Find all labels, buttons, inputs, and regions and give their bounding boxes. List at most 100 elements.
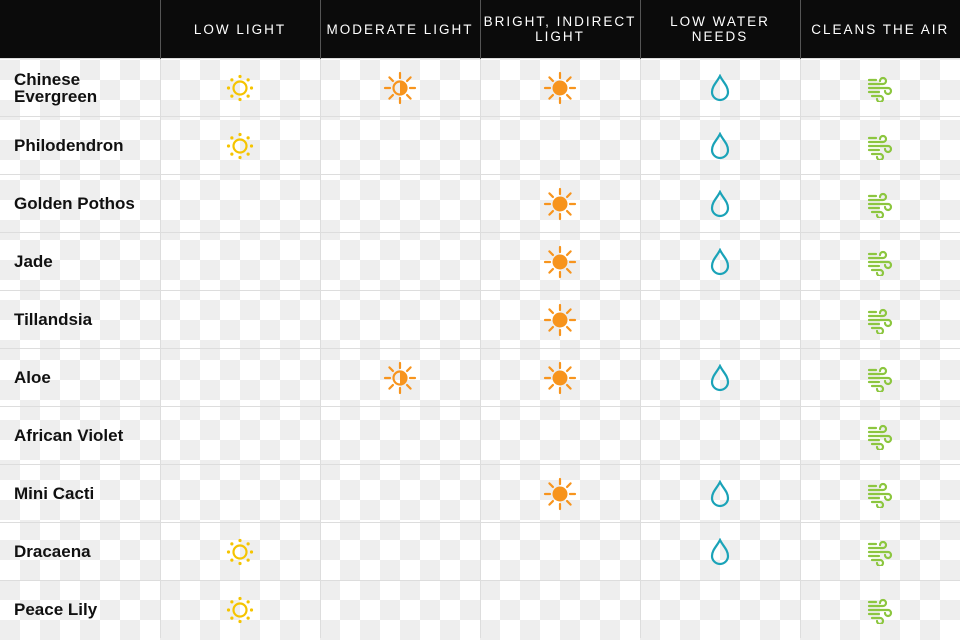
plant-name: Chinese Evergreen — [0, 58, 160, 117]
table-cell — [159, 116, 320, 175]
sun-half-icon — [321, 361, 480, 395]
table-cell — [799, 174, 960, 233]
sun-half-icon — [321, 71, 480, 105]
table-cell — [159, 58, 320, 117]
table-cell — [479, 174, 640, 233]
table-row: Tillandsia — [0, 290, 960, 349]
table-row: Dracaena — [0, 522, 960, 581]
table-cell — [479, 406, 640, 465]
table-cell — [639, 116, 800, 175]
table-cell — [319, 522, 480, 581]
table-cell — [799, 464, 960, 523]
table-row: Philodendron — [0, 116, 960, 175]
water-drop-icon — [641, 363, 800, 392]
table-row: African Violet — [0, 406, 960, 465]
table-cell — [799, 232, 960, 291]
table-cell — [639, 58, 800, 117]
wind-icon — [801, 422, 960, 450]
table-row: Jade — [0, 232, 960, 291]
table-cell — [319, 348, 480, 407]
table-cell — [479, 522, 640, 581]
water-drop-icon — [641, 73, 800, 102]
plant-name: Philodendron — [0, 116, 160, 175]
table-cell — [479, 348, 640, 407]
table-row: Golden Pothos — [0, 174, 960, 233]
column-header: Low Light — [159, 0, 320, 59]
table-cell — [159, 464, 320, 523]
table-cell — [319, 174, 480, 233]
table-cell — [479, 58, 640, 117]
sun-outline-icon — [161, 595, 320, 625]
table-cell — [639, 464, 800, 523]
wind-icon — [801, 364, 960, 392]
header-row: Low Light Moderate Light Bright, Indirect … — [0, 0, 960, 59]
table-cell — [319, 232, 480, 291]
wind-icon — [801, 132, 960, 160]
sun-filled-icon — [481, 245, 640, 279]
table-row: Mini Cacti — [0, 464, 960, 523]
table-cell — [639, 290, 800, 349]
sun-filled-icon — [481, 71, 640, 105]
plant-name: Aloe — [0, 348, 160, 407]
plant-name: Peace Lily — [0, 580, 160, 638]
table-cell — [159, 406, 320, 465]
table-row: Chinese Evergreen — [0, 58, 960, 117]
table-cell — [639, 174, 800, 233]
table-cell — [319, 290, 480, 349]
sun-filled-icon — [481, 361, 640, 395]
plant-name: Mini Cacti — [0, 464, 160, 523]
water-drop-icon — [641, 247, 800, 276]
table-cell — [799, 348, 960, 407]
table-cell — [479, 116, 640, 175]
wind-icon — [801, 190, 960, 218]
sun-outline-icon — [161, 537, 320, 567]
table-cell — [799, 580, 960, 638]
table-cell — [479, 580, 640, 638]
table-cell — [799, 58, 960, 117]
table-cell — [319, 406, 480, 465]
table-cell — [319, 464, 480, 523]
table-cell — [479, 290, 640, 349]
plant-name: Jade — [0, 232, 160, 291]
plant-name: Tillandsia — [0, 290, 160, 349]
water-drop-icon — [641, 537, 800, 566]
table-cell — [479, 464, 640, 523]
column-header: Cleans the Air — [799, 0, 960, 59]
column-header: Low Water Needs — [639, 0, 800, 59]
table-cell — [319, 58, 480, 117]
table-cell — [319, 580, 480, 638]
table-cell — [799, 290, 960, 349]
table-cell — [159, 522, 320, 581]
plant-name: Dracaena — [0, 522, 160, 581]
table-cell — [159, 348, 320, 407]
table-cell — [159, 232, 320, 291]
sun-outline-icon — [161, 131, 320, 161]
header-blank — [0, 0, 160, 59]
wind-icon — [801, 480, 960, 508]
sun-filled-icon — [481, 477, 640, 511]
table-cell — [639, 348, 800, 407]
wind-icon — [801, 248, 960, 276]
sun-filled-icon — [481, 303, 640, 337]
plant-name: Golden Pothos — [0, 174, 160, 233]
wind-icon — [801, 306, 960, 334]
table-row: Aloe — [0, 348, 960, 407]
column-header: Moderate Light — [319, 0, 480, 59]
plant-care-table: Low Light Moderate Light Bright, Indirect … — [0, 0, 960, 638]
table-cell — [639, 232, 800, 291]
table-cell — [799, 522, 960, 581]
column-header: Bright, Indirect Light — [479, 0, 640, 59]
wind-icon — [801, 596, 960, 624]
sun-filled-icon — [481, 187, 640, 221]
table-cell — [639, 522, 800, 581]
table-cell — [159, 174, 320, 233]
water-drop-icon — [641, 131, 800, 160]
table-cell — [639, 580, 800, 638]
table-cell — [159, 290, 320, 349]
table-row: Peace Lily — [0, 580, 960, 638]
table-cell — [799, 116, 960, 175]
wind-icon — [801, 74, 960, 102]
wind-icon — [801, 538, 960, 566]
sun-outline-icon — [161, 73, 320, 103]
table-cell — [159, 580, 320, 638]
